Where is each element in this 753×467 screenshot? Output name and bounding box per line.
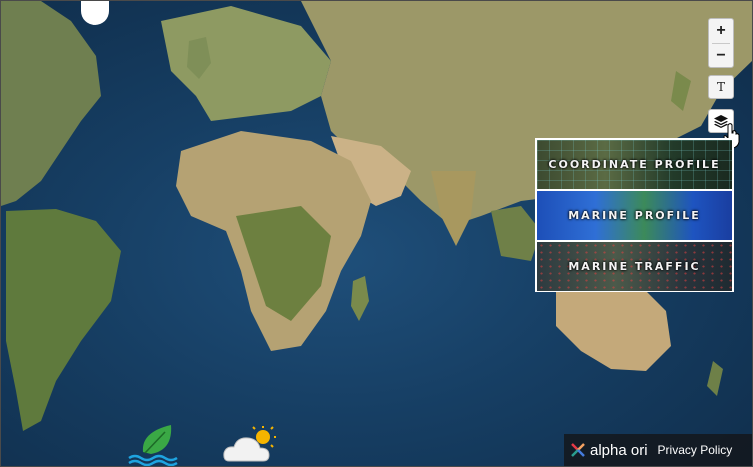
alpha-ori-logo-icon	[571, 443, 585, 457]
land-australia	[556, 281, 671, 371]
zoom-control: + −	[708, 18, 734, 68]
land-europe	[161, 6, 331, 121]
land-madagascar	[351, 276, 369, 321]
layer-label: COORDINATE PROFILE	[548, 158, 721, 171]
land-se-asia	[491, 206, 541, 261]
text-toggle-label: T	[716, 80, 725, 94]
zoom-in-button[interactable]: +	[709, 19, 733, 43]
map-viewport[interactable]: + − T COORDINATE PROFILE MARINE PROFILE …	[0, 0, 753, 467]
layer-option-marine-profile[interactable]: MARINE PROFILE	[537, 191, 732, 240]
layer-option-coordinate-profile[interactable]: COORDINATE PROFILE	[537, 140, 732, 189]
land-new-zealand	[707, 361, 723, 396]
sun-cloud-icon[interactable]	[223, 425, 281, 465]
brand-footer: alpha ori Privacy Policy	[564, 434, 752, 466]
privacy-policy-link[interactable]: Privacy Policy	[658, 443, 733, 457]
leaf-water-icon[interactable]	[127, 422, 181, 466]
text-toggle-button[interactable]: T	[708, 75, 734, 99]
brand-name: alpha ori	[590, 441, 648, 459]
land-north-america	[1, 1, 101, 206]
land-south-america	[6, 209, 121, 431]
zoom-out-button[interactable]: −	[709, 44, 733, 68]
layer-option-marine-traffic[interactable]: MARINE TRAFFIC	[537, 242, 732, 291]
layer-label: MARINE PROFILE	[568, 209, 701, 222]
layer-label: MARINE TRAFFIC	[568, 260, 701, 273]
layer-selector-panel: COORDINATE PROFILE MARINE PROFILE MARINE…	[535, 138, 734, 292]
